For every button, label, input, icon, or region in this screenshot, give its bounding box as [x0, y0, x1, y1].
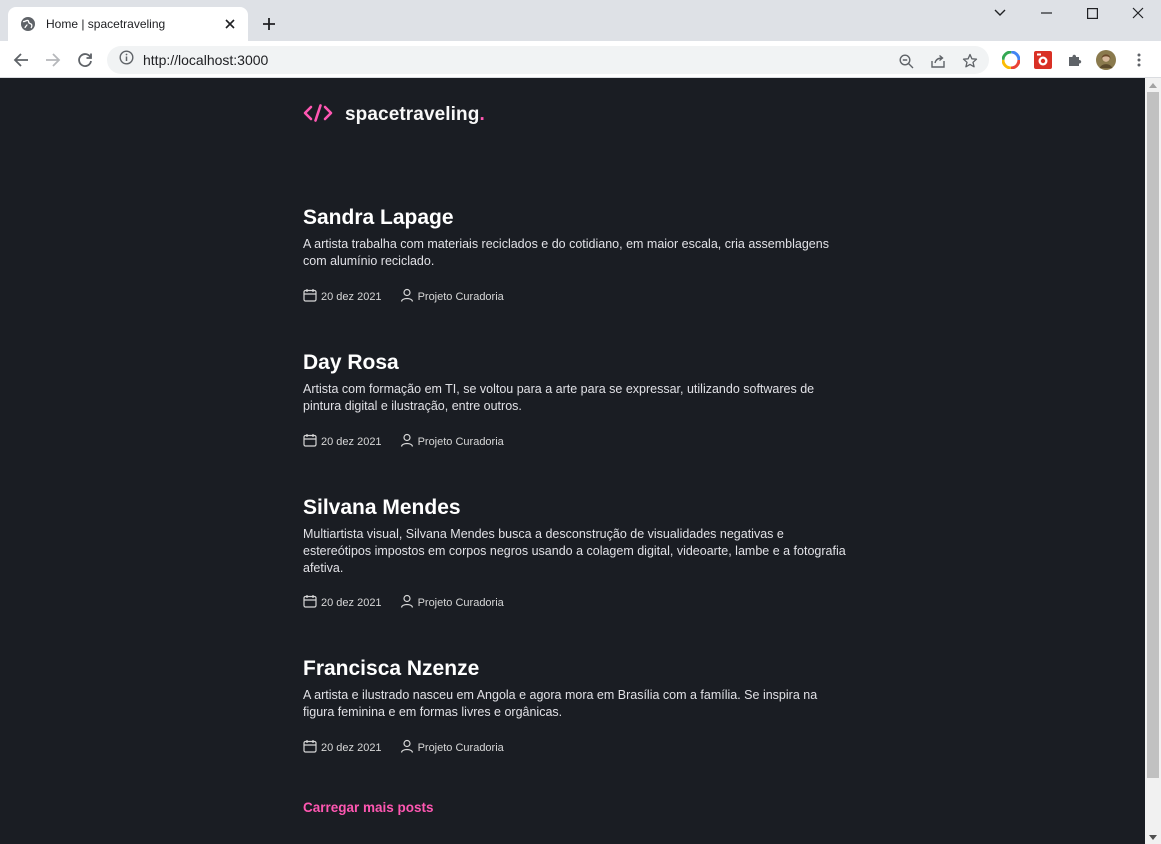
post-author: Projeto Curadoria	[417, 741, 504, 754]
post-date: 20 dez 2021	[321, 290, 382, 303]
user-icon	[400, 594, 418, 611]
avatar[interactable]	[1096, 50, 1116, 70]
post-date: 20 dez 2021	[321, 741, 382, 754]
scrollbar-thumb[interactable]	[1147, 92, 1159, 778]
browser-tab[interactable]: Home | spacetraveling	[8, 7, 248, 41]
post-meta: 20 dez 2021 Projeto Curadoria	[303, 433, 522, 450]
close-tab-icon[interactable]	[222, 16, 238, 32]
share-icon[interactable]	[929, 52, 947, 70]
site-brand: spacetraveling	[345, 104, 480, 125]
post-excerpt: Artista com formação em TI, se voltou pa…	[303, 382, 815, 413]
forward-arrow-icon[interactable]	[40, 47, 66, 73]
post-author: Projeto Curadoria	[417, 290, 504, 303]
post-card[interactable]: Francisca Nzenze A artista e ilustrado n…	[303, 655, 848, 754]
calendar-icon	[303, 594, 321, 611]
scroll-down-arrow-icon[interactable]	[1145, 830, 1161, 844]
zoom-icon[interactable]	[897, 52, 915, 70]
site-logo[interactable]: spacetraveling.	[303, 103, 485, 127]
info-icon[interactable]	[119, 50, 134, 70]
scroll-up-arrow-icon[interactable]	[1145, 78, 1161, 92]
page-viewport: spacetraveling. Sandra Lapage A artista …	[0, 78, 1145, 844]
post-excerpt: A artista trabalha com materiais recicla…	[303, 237, 829, 268]
browser-toolbar: http://localhost:3000	[0, 41, 1161, 78]
url-text: http://localhost:3000	[143, 52, 269, 68]
post-meta: 20 dez 2021 Projeto Curadoria	[303, 739, 522, 756]
color-extension-icon[interactable]	[1001, 50, 1021, 70]
kebab-menu-icon[interactable]	[1129, 50, 1149, 70]
puzzle-extensions-icon[interactable]	[1065, 50, 1085, 70]
post-author: Projeto Curadoria	[417, 435, 504, 448]
post-card[interactable]: Day Rosa Artista com formação em TI, se …	[303, 349, 848, 448]
minimize-icon[interactable]	[1023, 0, 1069, 26]
load-more-link[interactable]: Carregar mais posts	[303, 800, 434, 815]
post-excerpt: Multiartista visual, Silvana Mendes busc…	[303, 527, 846, 575]
user-icon	[400, 433, 418, 450]
post-card[interactable]: Sandra Lapage A artista trabalha com mat…	[303, 204, 848, 303]
new-tab-icon[interactable]	[258, 13, 280, 35]
post-card[interactable]: Silvana Mendes Multiartista visual, Silv…	[303, 494, 848, 609]
post-title[interactable]: Day Rosa	[303, 349, 848, 377]
post-meta: 20 dez 2021 Projeto Curadoria	[303, 594, 522, 611]
post-title[interactable]: Sandra Lapage	[303, 204, 848, 232]
bookmark-star-icon[interactable]	[961, 52, 979, 70]
maximize-icon[interactable]	[1069, 0, 1115, 26]
user-icon	[400, 739, 418, 756]
post-title[interactable]: Silvana Mendes	[303, 494, 848, 522]
post-excerpt: A artista e ilustrado nasceu em Angola e…	[303, 688, 818, 719]
close-window-icon[interactable]	[1115, 0, 1161, 26]
red-extension-icon[interactable]	[1033, 50, 1053, 70]
browser-tabstrip: Home | spacetraveling	[0, 0, 1161, 41]
calendar-icon	[303, 288, 321, 305]
post-date: 20 dez 2021	[321, 596, 382, 609]
page-scrollbar[interactable]	[1145, 78, 1161, 844]
globe-icon	[20, 16, 36, 32]
address-bar[interactable]: http://localhost:3000	[107, 46, 989, 74]
post-title[interactable]: Francisca Nzenze	[303, 655, 848, 683]
tab-title: Home | spacetraveling	[46, 17, 166, 31]
back-arrow-icon[interactable]	[8, 47, 34, 73]
post-date: 20 dez 2021	[321, 435, 382, 448]
code-brackets-icon	[303, 103, 333, 127]
reload-icon[interactable]	[72, 47, 98, 73]
calendar-icon	[303, 433, 321, 450]
tab-search-icon[interactable]	[977, 0, 1023, 26]
calendar-icon	[303, 739, 321, 756]
user-icon	[400, 288, 418, 305]
post-author: Projeto Curadoria	[417, 596, 504, 609]
brand-dot: .	[479, 104, 485, 125]
post-meta: 20 dez 2021 Projeto Curadoria	[303, 288, 522, 305]
